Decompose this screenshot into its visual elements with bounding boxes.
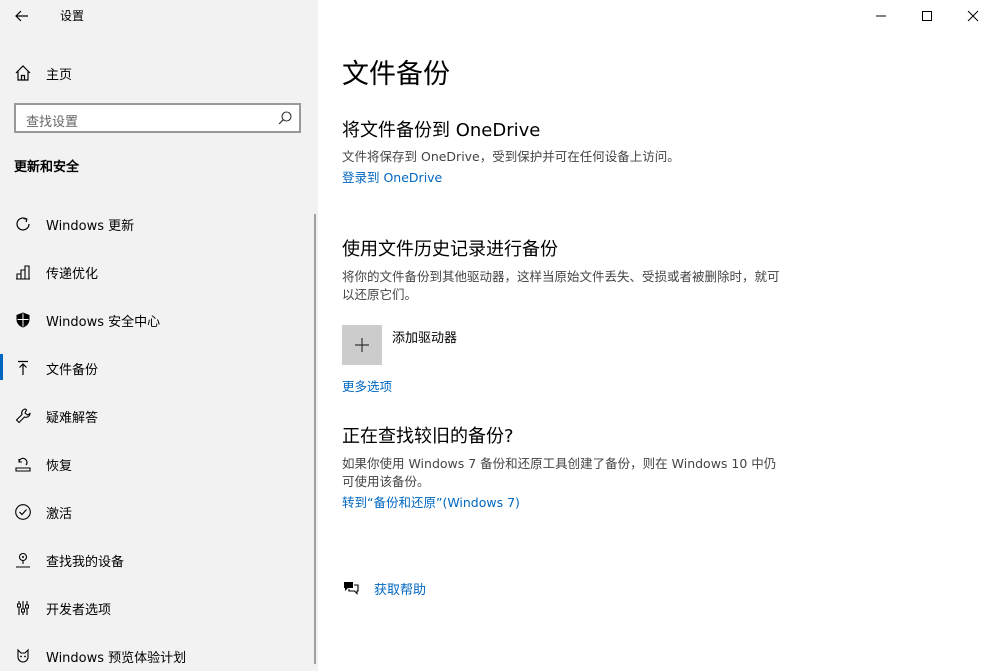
older-backup-description: 如果你使用 Windows 7 备份和还原工具创建了备份，则在 Windows … xyxy=(342,456,777,489)
sync-icon xyxy=(16,217,30,231)
section-title: 更新和安全 xyxy=(14,160,80,175)
sidebar-item-windows-update[interactable]: Windows 更新 xyxy=(0,200,318,248)
page-title: 文件备份 xyxy=(342,59,450,90)
more-options-link[interactable]: 更多选项 xyxy=(342,376,392,395)
delivery-icon xyxy=(16,265,30,280)
app-title: 设置 xyxy=(60,9,85,23)
sidebar-item-label: 疑难解答 xyxy=(46,411,99,426)
sidebar-item-troubleshoot[interactable]: 疑难解答 xyxy=(0,392,318,440)
minimize-button[interactable] xyxy=(858,0,904,32)
sidebar-item-label: Windows 更新 xyxy=(46,219,135,234)
insider-icon xyxy=(17,648,29,663)
back-arrow-icon xyxy=(15,10,28,22)
onedrive-description: 文件将保存到 OneDrive，受到保护并可在任何设备上访问。 xyxy=(342,149,680,164)
sidebar-item-label: 开发者选项 xyxy=(46,603,112,618)
sidebar-item-find-my-device[interactable]: 查找我的设备 xyxy=(0,536,318,584)
file-history-heading: 使用文件历史记录进行备份 xyxy=(342,239,558,260)
sidebar-item-label: 查找我的设备 xyxy=(46,555,125,570)
sidebar-nav: Windows 更新 传递优化 Windows 安全中心 文件备份 疑难解答 恢… xyxy=(0,200,318,671)
close-button[interactable] xyxy=(950,0,996,32)
add-drive-label[interactable]: 添加驱动器 xyxy=(392,327,457,346)
plus-icon xyxy=(355,338,369,352)
find-device-icon xyxy=(16,552,30,568)
sidebar-item-label: 文件备份 xyxy=(46,363,99,378)
sidebar-item-file-backup[interactable]: 文件备份 xyxy=(0,344,318,392)
shield-icon xyxy=(16,312,30,328)
sidebar-item-label: 恢复 xyxy=(46,459,73,474)
add-drive-button[interactable] xyxy=(342,325,382,365)
sidebar-item-home[interactable]: 主页 xyxy=(0,56,318,88)
sidebar-item-delivery-optimization[interactable]: 传递优化 xyxy=(0,248,318,296)
back-button[interactable] xyxy=(6,0,38,32)
file-history-description: 将你的文件备份到其他驱动器，这样当原始文件丢失、受损或者被删除时，就可以还原它们… xyxy=(342,269,780,302)
minimize-icon xyxy=(876,15,886,17)
home-icon xyxy=(15,65,31,81)
sidebar-item-developer-options[interactable]: 开发者选项 xyxy=(0,584,318,632)
help-chat-icon xyxy=(344,582,359,595)
search-placeholder: 查找设置 xyxy=(26,115,79,130)
close-icon xyxy=(967,10,979,22)
sidebar-item-windows-security[interactable]: Windows 安全中心 xyxy=(0,296,318,344)
check-circle-icon xyxy=(15,504,31,520)
wrench-icon xyxy=(15,408,31,424)
sidebar-item-recovery[interactable]: 恢复 xyxy=(0,440,318,488)
sidebar-item-activation[interactable]: 激活 xyxy=(0,488,318,536)
sidebar-scrollbar[interactable] xyxy=(314,214,316,664)
active-indicator xyxy=(0,354,3,380)
sidebar-item-label: Windows 预览体验计划 xyxy=(46,651,187,666)
backup-restore-link[interactable]: 转到“备份和还原”(Windows 7) xyxy=(342,492,520,511)
sidebar-item-label: 激活 xyxy=(46,507,73,522)
main-content: 文件备份 将文件备份到 OneDrive 文件将保存到 OneDrive，受到保… xyxy=(318,0,996,671)
developer-icon xyxy=(17,601,29,615)
sidebar-item-windows-insider[interactable]: Windows 预览体验计划 xyxy=(0,632,318,671)
sidebar-item-label: 主页 xyxy=(46,68,73,83)
sidebar: 设置 主页 查找设置 更新和安全 Windows 更新 传递优化 Windows… xyxy=(0,0,318,671)
older-backup-heading: 正在查找较旧的备份? xyxy=(342,426,514,447)
onedrive-heading: 将文件备份到 OneDrive xyxy=(342,120,541,141)
sidebar-item-label: 传递优化 xyxy=(46,267,99,282)
recovery-icon xyxy=(15,457,31,472)
onedrive-signin-link[interactable]: 登录到 OneDrive xyxy=(342,167,442,186)
maximize-icon xyxy=(922,11,932,21)
search-icon xyxy=(278,111,292,125)
backup-icon xyxy=(18,360,28,375)
title-bar: 设置 xyxy=(0,0,318,32)
maximize-button[interactable] xyxy=(904,0,950,32)
search-input[interactable]: 查找设置 xyxy=(14,103,301,133)
sidebar-item-label: Windows 安全中心 xyxy=(46,315,161,330)
get-help-label: 获取帮助 xyxy=(374,583,427,598)
